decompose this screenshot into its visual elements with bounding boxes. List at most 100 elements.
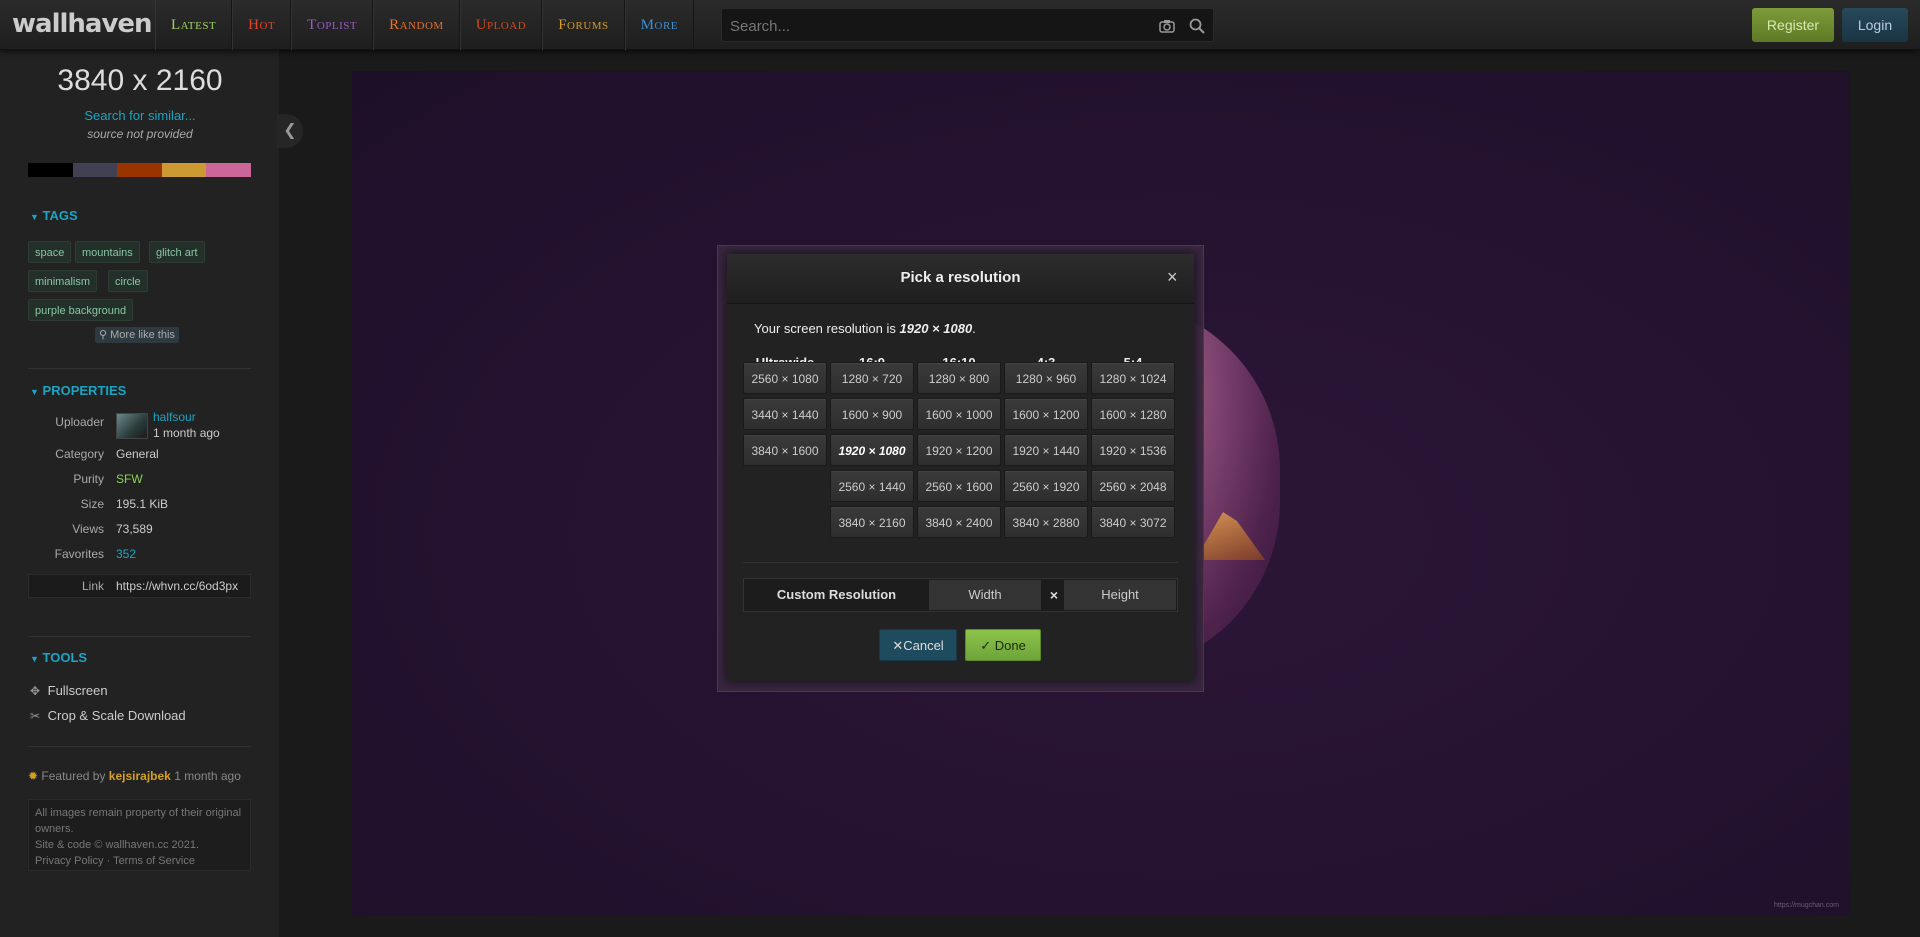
tag-circle[interactable]: circle: [108, 270, 148, 292]
palette-swatch[interactable]: [117, 163, 162, 177]
nav-forums[interactable]: Forums: [542, 0, 625, 50]
resolution-option[interactable]: 1600 × 900: [830, 398, 914, 430]
nav-hot[interactable]: Hot: [232, 0, 292, 50]
divider: [28, 368, 251, 369]
footer-copyright: Site & code © wallhaven.cc 2021.: [35, 839, 200, 851]
resolution-option[interactable]: 3840 × 1600: [743, 434, 827, 466]
palette-swatch[interactable]: [28, 163, 73, 177]
category-label: Category: [55, 447, 104, 461]
tag-glitch-art[interactable]: glitch art: [149, 241, 205, 263]
purity-label: Purity: [73, 472, 104, 486]
close-icon[interactable]: ×: [1167, 267, 1178, 288]
caret-down-icon: ▼: [30, 212, 39, 222]
search-icon: ⚲: [99, 329, 108, 341]
resolution-option[interactable]: 3440 × 1440: [743, 398, 827, 430]
divider: [28, 746, 251, 747]
favorites-label: Favorites: [54, 547, 104, 561]
divider: [743, 562, 1178, 563]
crop-scale-download-tool[interactable]: ✂ Crop & Scale Download: [30, 708, 186, 723]
resolution-option[interactable]: 2560 × 1920: [1004, 470, 1088, 502]
fullscreen-tool[interactable]: ✥ Fullscreen: [30, 683, 108, 698]
resolution-option[interactable]: 1280 × 720: [830, 362, 914, 394]
tag-minimalism[interactable]: minimalism: [28, 270, 97, 292]
resolution-dialog: Pick a resolution × Your screen resoluti…: [727, 254, 1194, 681]
nav-toplist[interactable]: Toplist: [291, 0, 374, 50]
size-label: Size: [80, 497, 104, 511]
resolution-option[interactable]: 1280 × 960: [1004, 362, 1088, 394]
nav-latest[interactable]: Latest: [155, 0, 233, 50]
sidebar: 3840 x 2160 Search for similar... source…: [0, 50, 280, 937]
custom-resolution-label: Custom Resolution: [776, 587, 897, 602]
avatar[interactable]: [116, 413, 148, 439]
purity-value: SFW: [116, 472, 143, 486]
logo[interactable]: wallhaven: [12, 9, 153, 39]
nav-more[interactable]: More: [624, 0, 695, 50]
resolution-option[interactable]: 1280 × 800: [917, 362, 1001, 394]
favorites-value[interactable]: 352: [116, 547, 136, 561]
height-input[interactable]: Height: [1064, 580, 1176, 610]
resolution-option[interactable]: 2560 × 2048: [1091, 470, 1175, 502]
resolution-option[interactable]: 1600 × 1280: [1091, 398, 1175, 430]
featured-by: ✹ Featured by kejsirajbek 1 month ago: [28, 769, 241, 783]
tag-purple-background[interactable]: purple background: [28, 299, 134, 321]
tags-heading[interactable]: ▼ TAGS: [30, 208, 78, 223]
tag-mountains[interactable]: mountains: [75, 241, 140, 263]
tools-heading[interactable]: ▼ TOOLS: [30, 650, 87, 665]
resolution-option[interactable]: 1600 × 1000: [917, 398, 1001, 430]
cancel-button[interactable]: ✕Cancel: [879, 629, 957, 661]
current-screen-resolution: 1920 × 1080: [899, 321, 973, 336]
done-button[interactable]: ✓ Done: [965, 629, 1041, 661]
search-input[interactable]: Search...: [721, 8, 1214, 42]
uploaded-ago: 1 month ago: [153, 426, 220, 440]
divider: [28, 636, 251, 637]
top-bar: wallhaven Latest Hot Toplist Random Upload Fo…: [0, 0, 1920, 50]
register-button[interactable]: Register: [1752, 8, 1834, 42]
resolution-option[interactable]: 1920 × 1080: [830, 434, 914, 466]
views-label: Views: [72, 522, 104, 536]
palette-swatch[interactable]: [72, 163, 118, 177]
resolution-option[interactable]: 1280 × 1024: [1091, 362, 1175, 394]
dialog-header: Pick a resolution ×: [727, 254, 1194, 304]
link-value[interactable]: https://whvn.cc/6od3px: [116, 579, 238, 593]
search-similar-link[interactable]: Search for similar...: [0, 108, 280, 123]
chevron-left-icon: ❮: [283, 122, 297, 139]
resolution-option[interactable]: 1920 × 1200: [917, 434, 1001, 466]
image-watermark: https://mugchan.com: [1774, 902, 1839, 909]
footer-rights: All images remain property of their orig…: [35, 807, 242, 835]
login-button[interactable]: Login: [1842, 8, 1908, 42]
custom-resolution-row: Custom Resolution Width × Height: [743, 578, 1178, 612]
caret-down-icon: ▼: [30, 387, 39, 397]
search-icon[interactable]: [1188, 17, 1206, 35]
more-like-this-button[interactable]: ⚲ More like this: [95, 327, 179, 343]
resolution-option[interactable]: 3840 × 2160: [830, 506, 914, 538]
resolution-option[interactable]: 3840 × 3072: [1091, 506, 1175, 538]
nav-random[interactable]: Random: [373, 0, 460, 50]
color-palette: [28, 163, 251, 177]
resolution-option[interactable]: 2560 × 1440: [830, 470, 914, 502]
properties-heading[interactable]: ▼ PROPERTIES: [30, 383, 126, 398]
resolution-option[interactable]: 2560 × 1600: [917, 470, 1001, 502]
palette-swatch[interactable]: [206, 163, 251, 177]
checkmark-icon: ✓: [980, 638, 992, 653]
width-input[interactable]: Width: [929, 580, 1041, 610]
resolution-option[interactable]: 3840 × 2400: [917, 506, 1001, 538]
palette-swatch[interactable]: [161, 163, 207, 177]
resolution-option[interactable]: 2560 × 1080: [743, 362, 827, 394]
camera-icon[interactable]: [1158, 17, 1176, 35]
views-value: 73,589: [116, 522, 153, 536]
sun-icon: ✹: [28, 769, 39, 783]
resolution-option[interactable]: 3840 × 2880: [1004, 506, 1088, 538]
terms-of-service-link[interactable]: Terms of Service: [113, 855, 195, 867]
resolution-option[interactable]: 1600 × 1200: [1004, 398, 1088, 430]
dialog-title: Pick a resolution: [900, 269, 1021, 286]
nav-upload[interactable]: Upload: [459, 0, 543, 50]
resolution-option[interactable]: 1920 × 1440: [1004, 434, 1088, 466]
screen-resolution-text: Your screen resolution is 1920 × 1080.: [754, 321, 976, 336]
uploader-name[interactable]: halfsour: [153, 410, 196, 424]
resolution-option[interactable]: 1920 × 1536: [1091, 434, 1175, 466]
privacy-policy-link[interactable]: Privacy Policy: [35, 855, 103, 867]
main-nav: Latest Hot Toplist Random Upload Forums More: [155, 0, 695, 50]
featured-user-link[interactable]: kejsirajbek: [109, 769, 171, 783]
tag-space[interactable]: space: [28, 241, 72, 263]
caret-down-icon: ▼: [30, 654, 39, 664]
